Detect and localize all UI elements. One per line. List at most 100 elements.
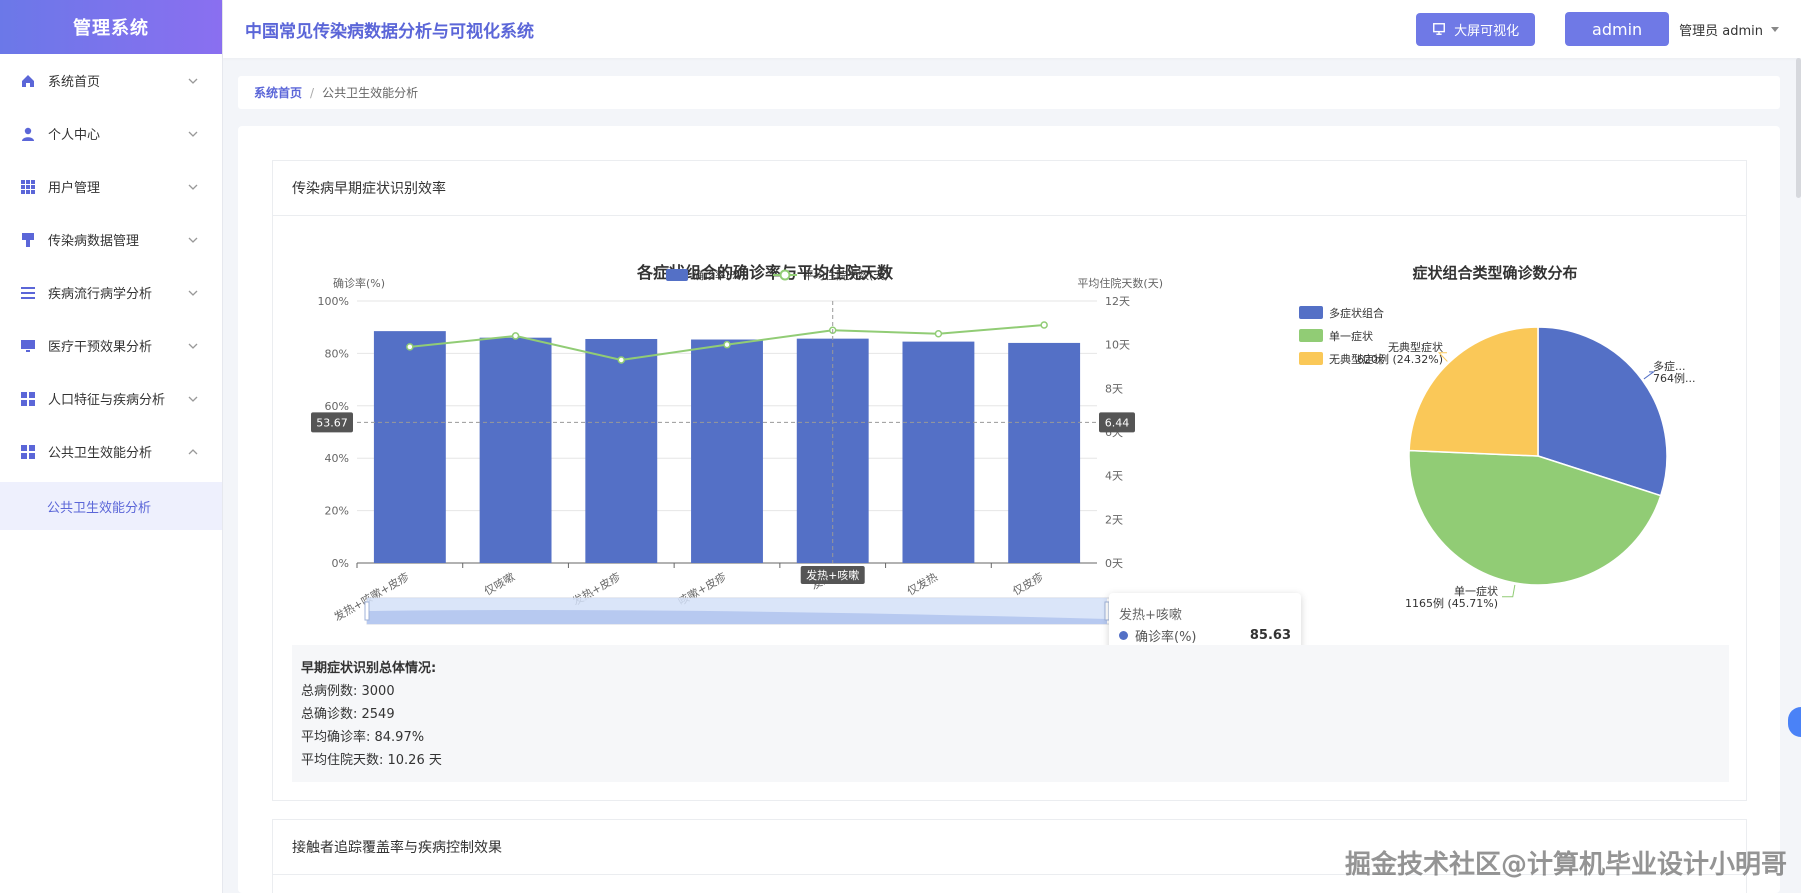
sidebar-item[interactable]: 个人中心 — [0, 107, 222, 160]
brush-icon — [22, 232, 34, 247]
x-tick-label: 仅皮疹 — [1010, 569, 1046, 598]
summary-line: 总病例数: 3000 — [301, 684, 395, 699]
y-tick-label: 100% — [318, 295, 349, 308]
y2-tick-label: 0天 — [1105, 557, 1123, 570]
pie-legend-swatch — [1299, 329, 1323, 342]
breadcrumb: 系统首页 / 公共卫生效能分析 — [238, 76, 1780, 109]
tooltip-dot — [1119, 630, 1128, 640]
sidebar-item-label: 系统首页 — [48, 75, 101, 90]
bar — [691, 339, 763, 563]
user-label: 管理员 admin — [1679, 23, 1763, 39]
breadcrumb-current: 公共卫生效能分析 — [322, 86, 419, 100]
crosshair-label-left: 53.67 — [316, 416, 348, 429]
sidebar-item[interactable]: 公共卫生效能分析 — [0, 425, 222, 478]
grid-icon — [21, 179, 35, 194]
pie-label: 无典型症状 — [1388, 340, 1443, 354]
sidebar-item[interactable]: 疾病流行病学分析 — [0, 266, 222, 319]
tooltip-name: 确诊率(%) — [1135, 629, 1197, 645]
y-tick-label: 20% — [325, 505, 349, 518]
sidebar: 管理系统 系统首页个人中心用户管理传染病数据管理 疾病流行病学分析医疗干预效果分析… — [0, 0, 223, 893]
breadcrumb-separator: / — [310, 85, 315, 100]
legend-label: 平均住院天数(天) — [803, 268, 889, 282]
y2-tick-label: 2天 — [1105, 513, 1123, 526]
caret-down-icon — [1771, 26, 1779, 32]
chevron-up-icon — [188, 448, 198, 454]
chevron-down-icon — [188, 131, 198, 137]
sidebar-item[interactable]: 传染病数据管理 — [0, 213, 222, 266]
sidebar-menu: 系统首页个人中心用户管理传染病数据管理 疾病流行病学分析医疗干预效果分析 人口特征与… — [0, 54, 222, 530]
sidebar-item[interactable]: 人口特征与疾病分析 — [0, 372, 222, 425]
sidebar-item-label: 医疗干预效果分析 — [48, 340, 153, 355]
line-point — [723, 340, 731, 349]
top-header: 中国常见传染病数据分析与可视化系统 大屏可视化 admin 管理员 admin — [223, 0, 1801, 58]
y2-tick-label: 4天 — [1105, 470, 1123, 483]
sidebar-item-label: 公共卫生效能分析 — [48, 446, 153, 461]
sidebar-item[interactable]: 用户管理 — [0, 160, 222, 213]
chevron-down-icon — [188, 237, 198, 243]
chevron-down-icon — [188, 343, 198, 349]
bar — [902, 341, 975, 563]
pie-label: 多症... — [1653, 359, 1686, 373]
charts-area: 各症状组合的确诊率与平均住院天数确诊率(%) 平均住院天数(天)确诊率(%) 平均住… — [311, 263, 1696, 625]
big-screen-label: 大屏可视化 — [1454, 23, 1520, 39]
summary-line: 平均住院天数: 10.26 天 — [301, 753, 442, 768]
summary-title: 早期症状识别总体情况: — [301, 661, 437, 676]
app-logo: 管理系统 — [0, 0, 222, 54]
legend-marker — [779, 269, 791, 281]
sidebar-item-label: 人口特征与疾病分析 — [48, 393, 166, 408]
pie-label: 单一症状 — [1454, 584, 1498, 598]
y-tick-label: 80% — [325, 347, 349, 360]
sidebar-item-label: 个人中心 — [48, 128, 101, 143]
bar — [373, 331, 446, 563]
bar — [479, 337, 552, 563]
y-axis-label: 确诊率(%) — [333, 276, 385, 290]
list-icon — [21, 286, 35, 299]
summary-box: 早期症状识别总体情况: 总病例数: 3000 总确诊数: 2549 平均确诊率:… — [292, 645, 1729, 782]
zoom-handle-left — [364, 601, 370, 621]
apps-icon — [21, 444, 35, 459]
page-scrollbar[interactable] — [1796, 58, 1801, 198]
chevron-down-icon — [188, 184, 198, 190]
pie-legend-swatch — [1299, 352, 1323, 365]
pie-title: 症状组合类型确诊数分布 — [1412, 264, 1577, 282]
y-tick-label: 40% — [325, 452, 349, 465]
user-dropdown[interactable]: 管理员 admin — [1679, 20, 1779, 39]
line-point — [406, 343, 414, 351]
apps-icon — [21, 391, 35, 406]
sidebar-item[interactable]: 医疗干预效果分析 — [0, 319, 222, 372]
pie-label-line — [1502, 584, 1516, 598]
chevron-down-icon — [188, 78, 198, 84]
watermark: 掘金技术社区@计算机毕业设计小明哥 — [1344, 850, 1787, 880]
tooltip-title: 发热+咳嗽 — [1119, 607, 1182, 623]
x-tick-label: 仅发热 — [904, 569, 940, 598]
admin-button[interactable]: admin — [1565, 12, 1670, 46]
pie-label-value: 764例... — [1653, 371, 1696, 385]
main-panel: 传染病早期症状识别效率 各症状组合的确诊率与平均住院天数 确诊率(%) 平均住院天数… — [238, 126, 1780, 893]
side-toggle-handle[interactable] — [1788, 707, 1801, 737]
crosshair-label-x: 发热+咳嗽 — [806, 568, 859, 582]
monitor-icon — [1433, 23, 1446, 35]
summary-line: 平均确诊率: 84.97% — [301, 730, 425, 745]
sidebar-item[interactable]: 系统首页 — [0, 54, 222, 107]
user-icon — [22, 127, 34, 141]
pie-legend-label: 单一症状 — [1329, 329, 1373, 343]
breadcrumb-home[interactable]: 系统首页 — [254, 84, 302, 101]
tooltip-row: 确诊率(%) 85.63 — [1119, 624, 1291, 646]
y-tick-label: 0% — [332, 557, 349, 570]
page-title: 中国常见传染病数据分析与可视化系统 — [245, 21, 534, 42]
line-point — [1040, 321, 1048, 329]
sidebar-item-label: 用户管理 — [48, 181, 101, 196]
monitor-icon — [21, 339, 35, 352]
y2-tick-label: 8天 — [1105, 382, 1123, 395]
submenu-item[interactable]: 公共卫生效能分析 — [0, 482, 222, 530]
legend-swatch — [666, 269, 688, 281]
bar — [585, 338, 658, 563]
y2-axis-label: 平均住院天数(天) — [1077, 276, 1163, 290]
tooltip-value: 85.63 — [1249, 627, 1291, 643]
chevron-down-icon — [188, 396, 198, 402]
line-point — [934, 330, 943, 338]
bar — [1008, 342, 1081, 563]
line-point — [511, 332, 520, 340]
big-screen-button[interactable]: 大屏可视化 — [1416, 12, 1536, 46]
x-tick-label: 仅咳嗽 — [481, 569, 517, 598]
